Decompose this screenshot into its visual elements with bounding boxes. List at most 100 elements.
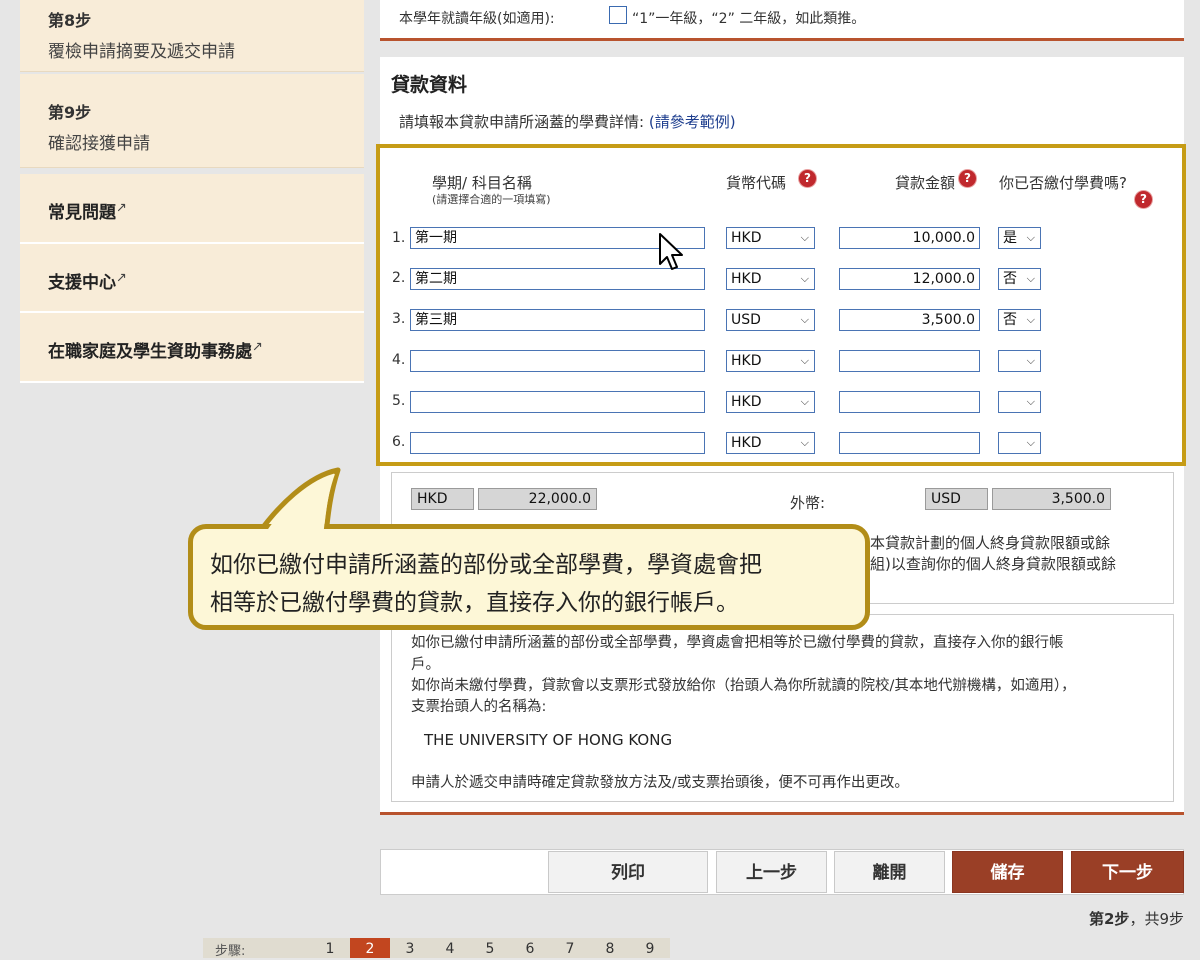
sidebar-step-8[interactable]: 第8步 覆檢申請摘要及遞交申請	[20, 0, 364, 72]
column-header-currency: 貨幣代碼	[726, 174, 787, 192]
grade-section: 本學年就讀年級(如適用): “1”一年級，“2” 二年級，如此類推。	[380, 0, 1184, 38]
step-label: 確認接獲申請	[48, 134, 150, 154]
pager-page[interactable]: 3	[390, 938, 430, 958]
currency-select[interactable]: HKD ⌵	[726, 350, 815, 372]
sidebar-link-faq[interactable]: 常見問題↗	[20, 174, 364, 244]
callout-bubble: 如你已繳付申請所涵蓋的部份或全部學費，學資處會把 相等於已繳付學費的貸款，直接存…	[188, 524, 870, 630]
section-description: 請填報本貸款申請所涵蓋的學費詳情: (請參考範例)	[399, 111, 736, 132]
paid-select[interactable]: 否 ⌵	[998, 268, 1041, 290]
grade-input[interactable]	[609, 6, 627, 24]
chevron-down-icon: ⌵	[1026, 272, 1035, 285]
selected-value: 否	[1003, 312, 1017, 328]
term-input[interactable]	[410, 350, 705, 372]
selected-value: HKD	[731, 271, 762, 287]
amount-input[interactable]	[839, 391, 980, 413]
loan-limit-note: 本貸款計劃的個人終身貸款限額或餘	[870, 534, 1111, 552]
currency-select[interactable]: HKD ⌵	[726, 391, 815, 413]
term-input[interactable]	[410, 391, 705, 413]
link-label: 支援中心	[48, 273, 116, 293]
save-button[interactable]: 儲存	[952, 851, 1063, 893]
callout-text: 相等於已繳付學費的貸款，直接存入你的銀行帳戶。	[210, 590, 739, 616]
chevron-down-icon: ⌵	[1026, 395, 1035, 408]
currency-select[interactable]: HKD ⌵	[726, 227, 815, 249]
selected-value: HKD	[731, 230, 762, 246]
amount-input[interactable]	[839, 432, 980, 454]
link-label: 常見問題	[48, 203, 116, 223]
step-number: 第9步	[48, 103, 92, 122]
prev-button[interactable]: 上一步	[716, 851, 827, 893]
pager-page[interactable]: 7	[550, 938, 590, 958]
local-currency-field: HKD	[411, 488, 474, 510]
help-icon[interactable]: ?	[959, 170, 976, 187]
step-number: 第8步	[48, 11, 92, 30]
chevron-down-icon: ⌵	[800, 354, 809, 367]
chevron-down-icon: ⌵	[1026, 436, 1035, 449]
info-text: 如你尚未繳付學費，貸款會以支票形式發放給你（抬頭人為你所就讀的院校/其本地代辦機…	[411, 678, 1076, 694]
pager-page-current[interactable]: 2	[350, 938, 390, 958]
grade-hint: “1”一年級，“2” 二年級，如此類推。	[632, 11, 866, 27]
step-label: 覆檢申請摘要及遞交申請	[48, 42, 235, 62]
section-divider	[380, 38, 1184, 41]
row-number: 6.	[392, 434, 406, 450]
foreign-currency-label: 外幣:	[790, 494, 826, 512]
sidebar-step-9[interactable]: 第9步 確認接獲申請	[20, 74, 364, 168]
selected-value: HKD	[731, 394, 762, 410]
external-link-icon: ↗	[116, 270, 127, 286]
chevron-down-icon: ⌵	[1026, 231, 1035, 244]
info-text: 如你已繳付申請所涵蓋的部份或全部學費，學資處會把相等於已繳付學費的貸款，直接存入…	[411, 635, 1064, 651]
mouse-cursor-icon	[659, 233, 683, 270]
pager-page[interactable]: 8	[590, 938, 630, 958]
help-icon[interactable]: ?	[1135, 191, 1152, 208]
paid-select[interactable]: ⌵	[998, 432, 1041, 454]
amount-input[interactable]	[839, 350, 980, 372]
chevron-down-icon: ⌵	[800, 231, 809, 244]
row-number: 5.	[392, 393, 406, 409]
paid-select[interactable]: 是 ⌵	[998, 227, 1041, 249]
term-input[interactable]: 第三期	[410, 309, 705, 331]
help-icon[interactable]: ?	[799, 170, 816, 187]
pager-page[interactable]: 5	[470, 938, 510, 958]
external-link-icon: ↗	[116, 200, 127, 216]
link-label: 在職家庭及學生資助事務處	[48, 342, 252, 362]
chevron-down-icon: ⌵	[800, 395, 809, 408]
row-number: 2.	[392, 270, 406, 286]
row-number: 1.	[392, 230, 406, 246]
chevron-down-icon: ⌵	[800, 436, 809, 449]
amount-input[interactable]: 10,000.0	[839, 227, 980, 249]
external-link-icon: ↗	[252, 339, 263, 355]
currency-select[interactable]: HKD ⌵	[726, 268, 815, 290]
description-text: 請填報本貸款申請所涵蓋的學費詳情:	[399, 113, 645, 131]
info-text: 支票抬頭人的名稱為:	[411, 699, 547, 715]
currency-select[interactable]: HKD ⌵	[726, 432, 815, 454]
step-progress: 第2步，共9步	[1089, 908, 1184, 929]
example-link[interactable]: (請參考範例)	[649, 113, 736, 131]
row-number: 3.	[392, 311, 406, 327]
pager-page[interactable]: 6	[510, 938, 550, 958]
currency-select[interactable]: USD ⌵	[726, 309, 815, 331]
selected-value: USD	[731, 312, 761, 328]
paid-select[interactable]: ⌵	[998, 350, 1041, 372]
amount-input[interactable]: 12,000.0	[839, 268, 980, 290]
leave-button[interactable]: 離開	[834, 851, 945, 893]
loan-table: 學期/ 科目名稱 (請選擇合適的一項填寫) 貨幣代碼 ? 貸款金額 ? 你已否繳…	[376, 144, 1186, 466]
print-button[interactable]: 列印	[548, 851, 708, 893]
pager-page[interactable]: 4	[430, 938, 470, 958]
pager-page[interactable]: 1	[310, 938, 350, 958]
column-header-term-note: (請選擇合適的一項填寫)	[432, 193, 551, 206]
section-divider	[380, 812, 1184, 815]
sidebar-link-wfsfaa[interactable]: 在職家庭及學生資助事務處↗	[20, 313, 364, 383]
paid-select[interactable]: ⌵	[998, 391, 1041, 413]
next-button[interactable]: 下一步	[1071, 851, 1184, 893]
paid-select[interactable]: 否 ⌵	[998, 309, 1041, 331]
pager-page[interactable]: 9	[630, 938, 670, 958]
row-number: 4.	[392, 352, 406, 368]
disbursement-info: 如你已繳付申請所涵蓋的部份或全部學費，學資處會把相等於已繳付學費的貸款，直接存入…	[391, 614, 1174, 802]
column-header-paid: 你已否繳付學費嗎?	[999, 174, 1127, 192]
step-pager: 步驟: 1 2 3 4 5 6 7 8 9	[203, 938, 670, 959]
term-input[interactable]	[410, 432, 705, 454]
info-text: 申請人於遞交申請時確定貸款發放方法及/或支票抬頭後，便不可再作出更改。	[411, 775, 909, 791]
amount-input[interactable]: 3,500.0	[839, 309, 980, 331]
selected-value: 是	[1003, 230, 1017, 246]
cheque-payee: THE UNIVERSITY OF HONG KONG	[424, 731, 673, 749]
sidebar-link-support[interactable]: 支援中心↗	[20, 244, 364, 313]
